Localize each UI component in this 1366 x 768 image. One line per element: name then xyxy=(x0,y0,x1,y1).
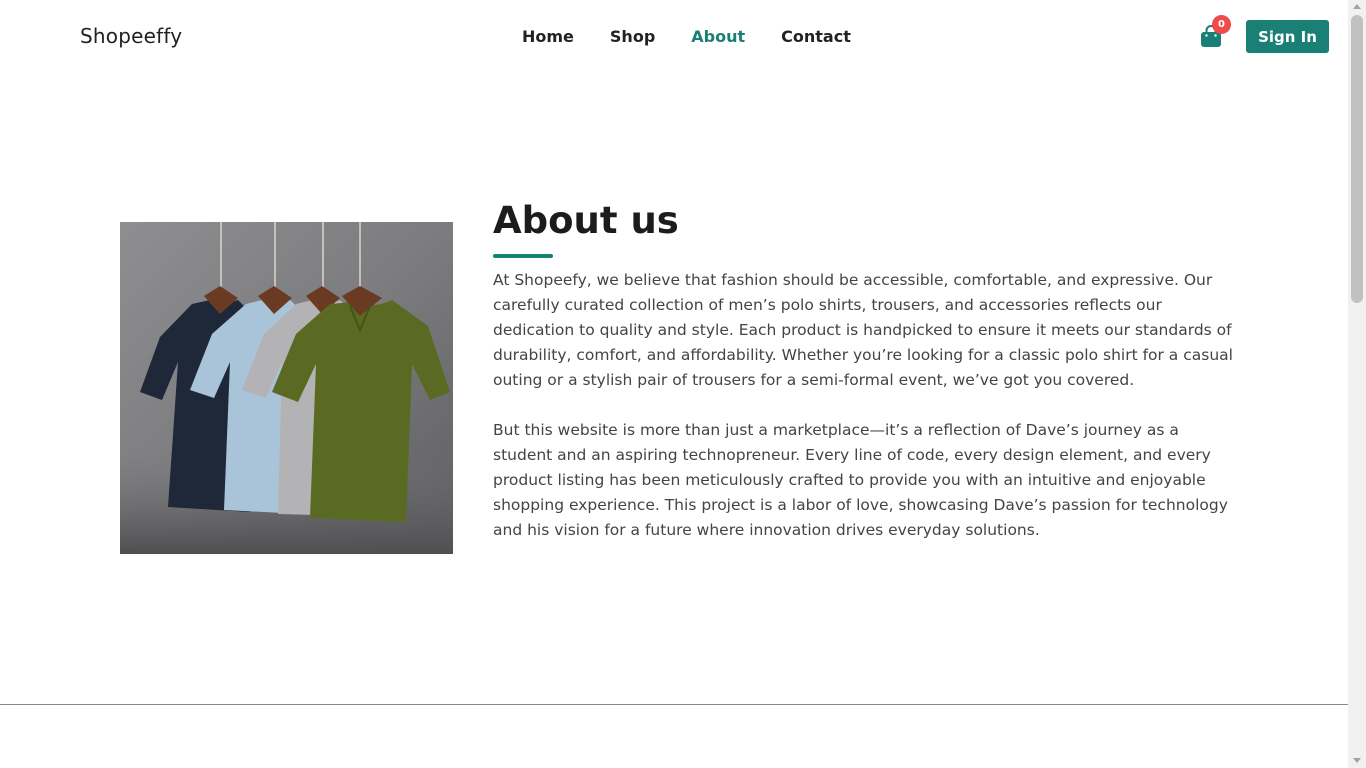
nav-shop[interactable]: Shop xyxy=(610,27,655,46)
about-paragraph-1: At Shopeefy, we believe that fashion sho… xyxy=(493,271,1233,389)
cart-button[interactable]: 0 xyxy=(1199,15,1231,48)
about-title: About us xyxy=(493,199,679,242)
nav-about[interactable]: About xyxy=(691,27,745,46)
title-underline xyxy=(493,254,553,258)
about-page: Shopeeffy Home Shop About Contact 0 Sign… xyxy=(0,0,1348,768)
site-header: Shopeeffy Home Shop About Contact 0 Sign… xyxy=(0,0,1348,74)
scroll-thumb[interactable] xyxy=(1351,15,1363,303)
polo-shirts-image xyxy=(120,222,453,554)
cart-count-badge: 0 xyxy=(1212,15,1231,34)
scroll-up-icon[interactable] xyxy=(1353,4,1361,9)
sign-in-button[interactable]: Sign In xyxy=(1246,20,1329,53)
scroll-down-icon[interactable] xyxy=(1353,758,1361,763)
nav-contact[interactable]: Contact xyxy=(781,27,851,46)
footer-divider xyxy=(0,704,1348,705)
brand-logo[interactable]: Shopeeffy xyxy=(80,24,182,48)
polo-shirts-photo xyxy=(120,222,453,554)
page-scrollbar[interactable] xyxy=(1348,0,1366,768)
main-nav: Home Shop About Contact xyxy=(522,27,887,46)
nav-home[interactable]: Home xyxy=(522,27,574,46)
about-section: About us At Shopeefy, we believe that fa… xyxy=(493,200,1233,543)
about-paragraph-2: But this website is more than just a mar… xyxy=(493,421,1228,539)
